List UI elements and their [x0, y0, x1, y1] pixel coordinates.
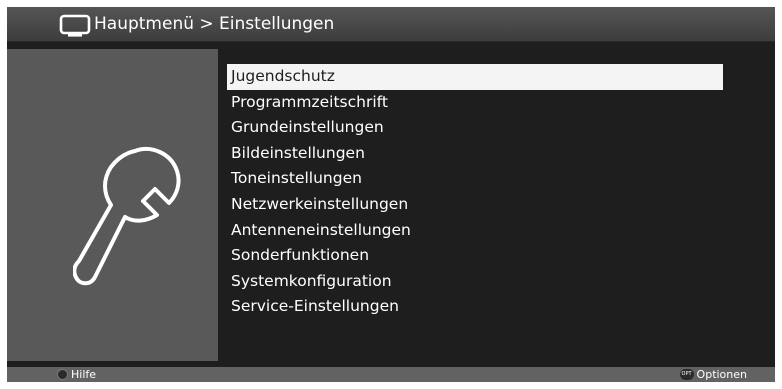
settings-menu: Jugendschutz Programmzeitschrift Grundeins… — [227, 64, 727, 320]
menu-item[interactable]: Netzwerkeinstellungen — [227, 192, 727, 218]
menu-item[interactable]: Systemkonfiguration — [227, 269, 727, 295]
opt-button-icon: OPT — [679, 369, 694, 380]
header-bar: Hauptmenü > Einstellungen — [7, 7, 775, 42]
options-hint[interactable]: OPT Optionen — [679, 367, 747, 382]
menu-item[interactable]: Programmzeitschrift — [227, 90, 727, 116]
menu-item[interactable]: Jugendschutz — [227, 64, 723, 90]
options-label: Optionen — [696, 368, 747, 381]
menu-item[interactable]: Grundeinstellungen — [227, 115, 727, 141]
menu-item[interactable]: Toneinstellungen — [227, 166, 727, 192]
menu-item[interactable]: Service-Einstellungen — [227, 294, 727, 320]
help-label: Hilfe — [71, 368, 97, 381]
menu-item[interactable]: Bildeinstellungen — [227, 141, 727, 167]
settings-screen: Hauptmenü > Einstellungen Jugendschutz Pr… — [7, 7, 775, 382]
menu-item[interactable]: Sonderfunktionen — [227, 243, 727, 269]
tv-icon — [59, 14, 91, 37]
breadcrumb: Hauptmenü > Einstellungen — [94, 14, 335, 34]
wrench-icon — [73, 147, 181, 286]
menu-item[interactable]: Antenneneinstellungen — [227, 218, 727, 244]
help-hint[interactable]: Hilfe — [57, 367, 96, 382]
side-panel — [7, 49, 218, 361]
round-button-icon — [57, 369, 68, 380]
footer-bar: Hilfe OPT Optionen — [7, 367, 775, 382]
